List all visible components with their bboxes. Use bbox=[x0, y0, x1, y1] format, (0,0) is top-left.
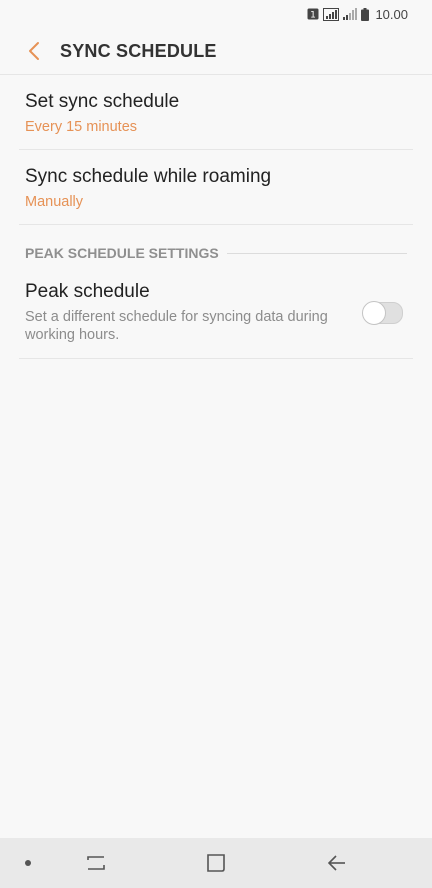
status-bar: 1 10.00 bbox=[0, 0, 432, 28]
chevron-left-icon bbox=[29, 42, 39, 60]
peak-schedule-title: Peak schedule bbox=[25, 281, 150, 302]
set-sync-schedule-item[interactable]: Set sync schedule Every 15 minutes bbox=[19, 75, 413, 150]
toggle-knob bbox=[362, 300, 386, 325]
peak-section-label: PEAK SCHEDULE SETTINGS bbox=[25, 245, 219, 261]
settings-list: Set sync schedule Every 15 minutes Sync … bbox=[19, 75, 413, 359]
status-time: 10.00 bbox=[375, 6, 408, 22]
set-sync-schedule-value: Every 15 minutes bbox=[25, 119, 138, 135]
nav-dot-button[interactable] bbox=[0, 838, 56, 888]
sim-badge-label: 1 bbox=[311, 11, 317, 21]
set-sync-schedule-title: Set sync schedule bbox=[25, 91, 180, 112]
peak-schedule-item[interactable]: Peak schedule Set a different schedule f… bbox=[19, 269, 413, 359]
peak-schedule-description: Set a different schedule for syncing dat… bbox=[25, 309, 328, 343]
peak-section-header: PEAK SCHEDULE SETTINGS bbox=[19, 225, 413, 269]
home-button[interactable] bbox=[186, 838, 246, 888]
recents-icon bbox=[87, 856, 105, 870]
nav-back-button[interactable] bbox=[307, 838, 367, 888]
battery-icon bbox=[361, 7, 370, 21]
roaming-schedule-value: Manually bbox=[25, 194, 84, 210]
wifi-calling-icon bbox=[323, 7, 340, 21]
roaming-schedule-title: Sync schedule while roaming bbox=[25, 166, 272, 187]
dot-icon bbox=[25, 860, 31, 866]
sim-card-icon: 1 bbox=[307, 8, 319, 20]
peak-schedule-toggle[interactable] bbox=[362, 300, 403, 325]
back-arrow-icon bbox=[327, 855, 345, 871]
section-divider bbox=[226, 252, 407, 254]
app-header: SYNC SCHEDULE bbox=[0, 28, 432, 75]
peak-schedule-text: Peak schedule Set a different schedule f… bbox=[25, 281, 347, 344]
home-icon bbox=[207, 854, 225, 872]
navigation-bar bbox=[0, 838, 432, 888]
recents-button[interactable] bbox=[66, 838, 126, 888]
back-button[interactable] bbox=[14, 31, 54, 71]
page-title: SYNC SCHEDULE bbox=[60, 40, 217, 61]
signal-icon bbox=[343, 8, 358, 20]
roaming-schedule-item[interactable]: Sync schedule while roaming Manually bbox=[19, 150, 413, 225]
